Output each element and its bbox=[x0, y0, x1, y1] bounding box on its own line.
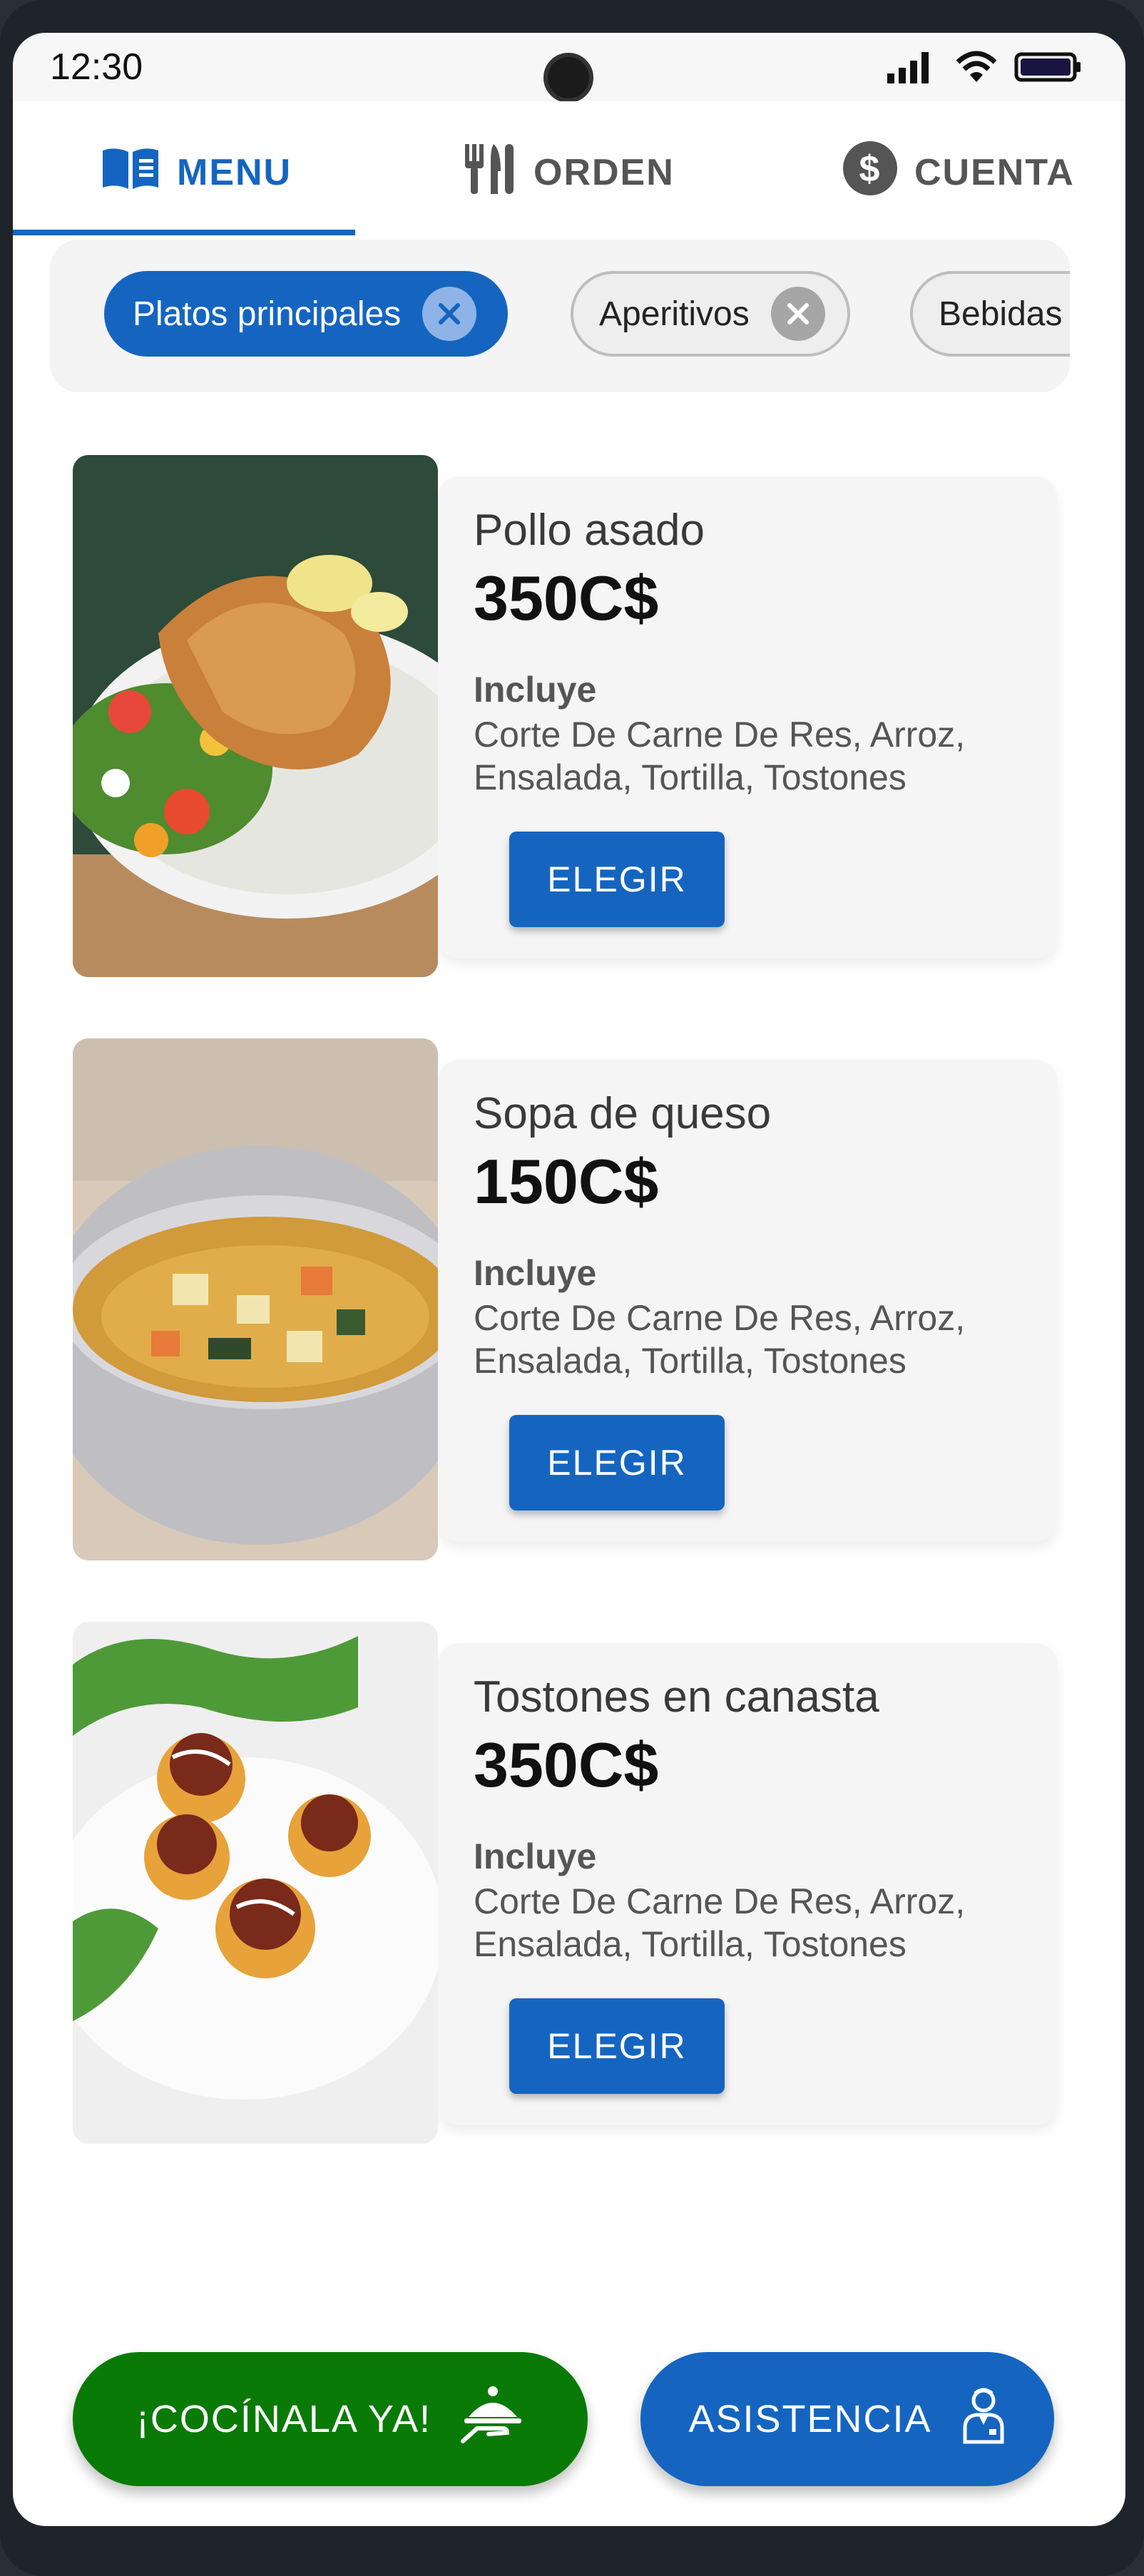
includes-label: Incluye bbox=[474, 670, 597, 710]
elegir-button[interactable]: ELEGIR bbox=[509, 1415, 725, 1511]
active-tab-indicator bbox=[13, 230, 355, 235]
dish-photo-sopa bbox=[73, 1038, 438, 1560]
assistance-button[interactable]: ASISTENCIA bbox=[640, 2352, 1054, 2486]
includes-text: Corte De Carne De Res, Arroz, Ensalada, … bbox=[474, 1881, 966, 1964]
dish-card: Pollo asado 350C$ Incluye Corte De Carne… bbox=[73, 455, 1057, 977]
includes-label: Incluye bbox=[474, 1253, 597, 1293]
elegir-button[interactable]: ELEGIR bbox=[509, 1998, 725, 2094]
dish-price: 350C$ bbox=[474, 563, 659, 633]
tab-cuenta-label: CUENTA bbox=[914, 152, 1075, 193]
tab-cuenta[interactable]: $ CUENTA bbox=[842, 140, 1075, 198]
tab-orden-label: ORDEN bbox=[533, 152, 675, 193]
dish-photo-tostones bbox=[73, 1622, 438, 2144]
wifi-icon bbox=[954, 49, 999, 88]
app-screen: 12:30 MENU ORDEN $ CUENTA Platos princip… bbox=[13, 33, 1125, 2526]
serving-dish-icon bbox=[460, 2384, 524, 2455]
waiter-icon bbox=[961, 2385, 1006, 2454]
tab-menu-label: MENU bbox=[177, 152, 292, 193]
dish-price: 150C$ bbox=[474, 1146, 659, 1217]
dish-card: Tostones en canasta 350C$ Incluye Corte … bbox=[73, 1622, 1057, 2144]
battery-icon bbox=[1014, 49, 1083, 88]
close-icon[interactable] bbox=[770, 287, 825, 341]
utensils-icon bbox=[461, 140, 518, 206]
chip-label: Bebidas bbox=[939, 295, 1063, 333]
chip-aperitivos[interactable]: Aperitivos bbox=[571, 271, 850, 357]
dish-name: Pollo asado bbox=[474, 506, 705, 555]
dish-card: Sopa de queso 150C$ Incluye Corte De Car… bbox=[73, 1038, 1057, 1560]
chip-platos-principales[interactable]: Platos principales bbox=[104, 271, 508, 357]
dish-photo-pollo bbox=[73, 455, 438, 977]
cook-now-button[interactable]: ¡COCÍNALA YA! bbox=[73, 2352, 588, 2486]
chip-label: Platos principales bbox=[133, 295, 402, 333]
status-bar: 12:30 bbox=[13, 33, 1125, 103]
includes-label: Incluye bbox=[474, 1836, 597, 1876]
menu-book-icon bbox=[100, 145, 161, 201]
cook-now-label: ¡COCÍNALA YA! bbox=[136, 2398, 432, 2440]
dollar-icon: $ bbox=[842, 140, 899, 206]
phone-frame: 12:30 MENU ORDEN $ CUENTA Platos princip… bbox=[0, 0, 1144, 2576]
status-time: 12:30 bbox=[50, 46, 143, 88]
top-tab-bar: MENU ORDEN $ CUENTA bbox=[13, 101, 1125, 241]
signal-icon bbox=[886, 49, 939, 88]
close-icon[interactable] bbox=[422, 287, 477, 341]
chip-label: Aperitivos bbox=[599, 295, 750, 333]
assistance-label: ASISTENCIA bbox=[688, 2398, 932, 2440]
dish-name: Tostones en canasta bbox=[474, 1672, 879, 1722]
dish-price: 350C$ bbox=[474, 1729, 659, 1800]
tab-orden[interactable]: ORDEN bbox=[461, 143, 675, 198]
front-camera bbox=[543, 53, 593, 103]
chip-bebidas[interactable]: Bebidas bbox=[910, 271, 1070, 357]
svg-text:$: $ bbox=[859, 148, 882, 190]
includes-text: Corte De Carne De Res, Arroz, Ensalada, … bbox=[474, 715, 966, 797]
status-icons bbox=[886, 48, 1083, 88]
filter-chip-bar: Platos principales Aperitivos Bebidas bbox=[50, 240, 1070, 392]
tab-menu[interactable]: MENU bbox=[100, 147, 292, 198]
elegir-button[interactable]: ELEGIR bbox=[509, 832, 725, 927]
includes-text: Corte De Carne De Res, Arroz, Ensalada, … bbox=[474, 1298, 966, 1381]
dish-name: Sopa de queso bbox=[474, 1089, 772, 1138]
